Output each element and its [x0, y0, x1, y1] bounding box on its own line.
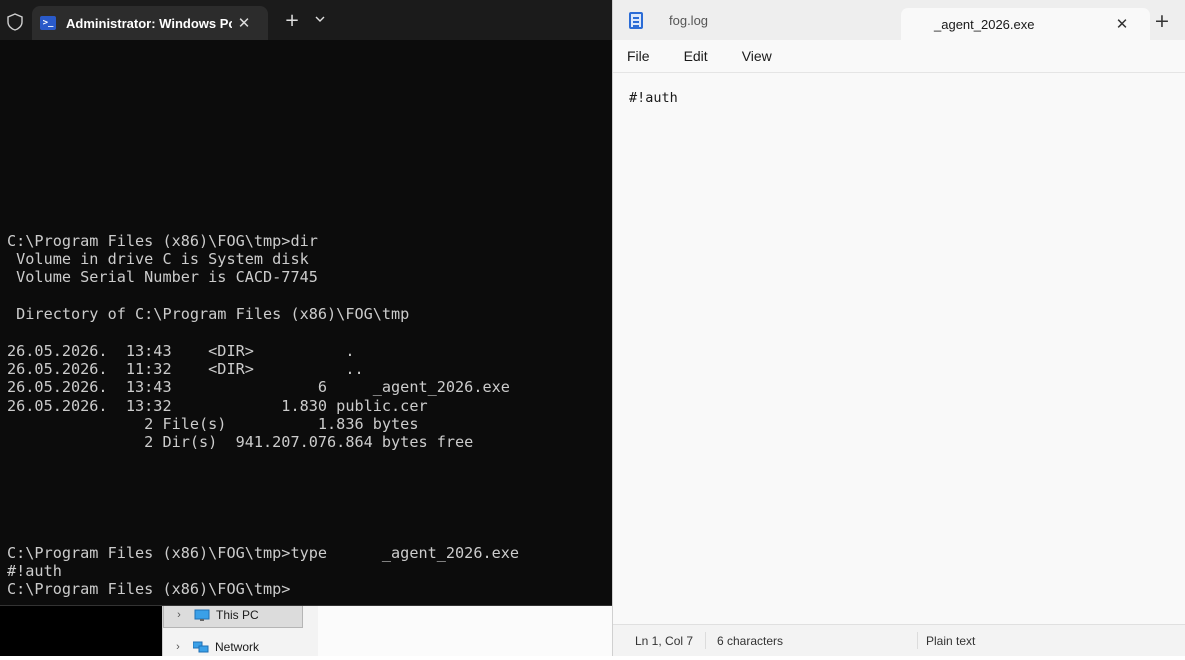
- notepad-file-icon: [629, 11, 643, 29]
- tab-label: fog.log: [669, 12, 709, 28]
- nav-item-label: This PC: [216, 608, 259, 622]
- shield-icon: [6, 13, 24, 31]
- new-tab-button[interactable]: +: [1149, 8, 1175, 34]
- terminal-window: >_ Administrator: Windows PowerShell ✕ +…: [0, 0, 612, 606]
- terminal-line: 26.05.2026. 13:32 1.830 public.cer: [7, 397, 428, 415]
- tab-agent-exe[interactable]: _agent_2026.exe ✕: [901, 8, 1150, 40]
- menu-file[interactable]: File: [619, 48, 658, 64]
- close-tab-icon[interactable]: ✕: [1112, 15, 1132, 33]
- terminal-line: 2 File(s) 1.836 bytes: [7, 415, 419, 433]
- computer-icon: [194, 609, 210, 622]
- notepad-window: fog.log _agent_2026.exe ✕ + File Edit Vi…: [612, 0, 1185, 656]
- notepad-menu-bar: File Edit View: [613, 40, 1185, 73]
- status-divider: [917, 632, 918, 649]
- terminal-line: 26.05.2026. 11:32 <DIR> ..: [7, 360, 364, 378]
- terminal-line: Directory of C:\Program Files (x86)\FOG\…: [7, 305, 410, 323]
- tab-label: _agent_2026.exe: [934, 16, 1035, 32]
- status-divider: [705, 632, 706, 649]
- nav-item-network[interactable]: › Network: [163, 634, 303, 660]
- editor-content: #!auth: [629, 90, 678, 106]
- tab-fog-log[interactable]: fog.log: [613, 0, 901, 40]
- explorer-nav-pane: › This PC › Network: [162, 600, 472, 656]
- notepad-status-bar: Ln 1, Col 7 6 characters Plain text: [613, 624, 1185, 656]
- powershell-icon: >_: [40, 16, 56, 30]
- menu-edit[interactable]: Edit: [676, 48, 716, 64]
- terminal-tab-bar: >_ Administrator: Windows PowerShell ✕ +: [0, 0, 612, 40]
- explorer-content-pane: [318, 600, 612, 656]
- notepad-text-area[interactable]: #!auth: [613, 74, 1185, 624]
- notepad-tab-bar: fog.log _agent_2026.exe ✕ +: [613, 0, 1185, 40]
- cursor-position: Ln 1, Col 7: [635, 634, 694, 648]
- terminal-line: 26.05.2026. 13:43 6 _agent_2026.exe: [7, 378, 510, 396]
- file-type[interactable]: Plain text: [926, 625, 975, 657]
- network-icon: [192, 641, 209, 654]
- terminal-line: Volume Serial Number is CACD-7745: [7, 268, 318, 286]
- tab-powershell[interactable]: >_ Administrator: Windows PowerShell ✕: [32, 6, 268, 40]
- chevron-down-icon[interactable]: [308, 9, 332, 33]
- terminal-line: C:\Program Files (x86)\FOG\tmp>dir: [7, 232, 318, 250]
- terminal-line: #!auth: [7, 562, 62, 580]
- close-tab-icon[interactable]: ✕: [232, 14, 256, 32]
- terminal-line: C:\Program Files (x86)\FOG\tmp>type _age…: [7, 544, 520, 562]
- terminal-line: 2 Dir(s) 941.207.076.864 bytes free: [7, 433, 474, 451]
- terminal-prompt[interactable]: C:\Program Files (x86)\FOG\tmp>: [7, 580, 290, 598]
- tab-title: Administrator: Windows PowerShell: [66, 15, 232, 31]
- terminal-line: 26.05.2026. 13:43 <DIR> .: [7, 342, 355, 360]
- character-count: 6 characters: [717, 634, 784, 648]
- nav-item-label: Network: [215, 640, 260, 654]
- terminal-line: Volume in drive C is System disk: [7, 250, 309, 268]
- file-explorer-background: › This PC › Network: [0, 600, 612, 656]
- menu-view[interactable]: View: [734, 48, 780, 64]
- chevron-right-icon[interactable]: ›: [164, 609, 194, 621]
- new-tab-button[interactable]: +: [280, 9, 304, 33]
- chevron-right-icon[interactable]: ›: [163, 641, 193, 653]
